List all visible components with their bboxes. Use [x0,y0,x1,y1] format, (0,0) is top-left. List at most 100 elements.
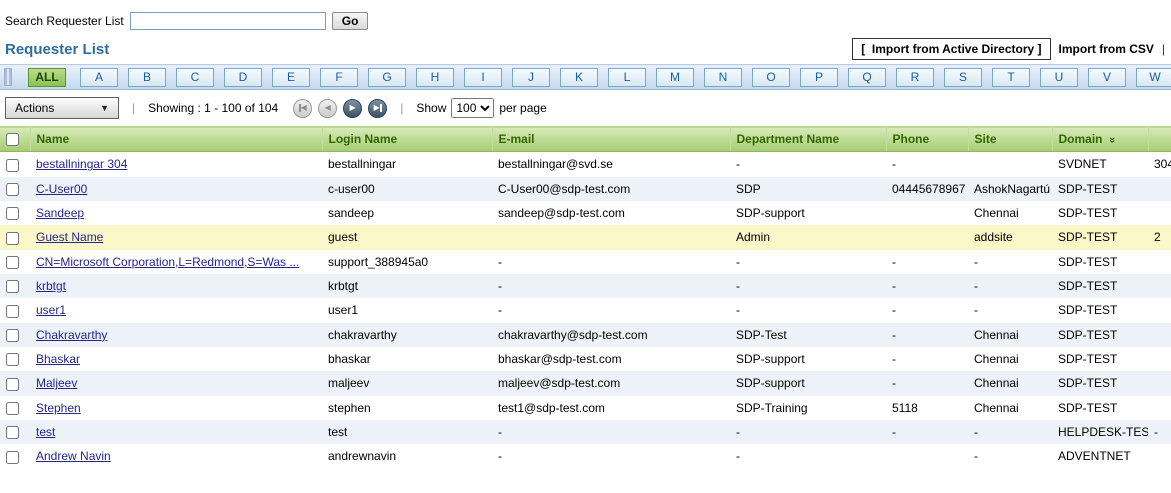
alpha-filter-all[interactable]: ALL [28,68,66,87]
cell-site: - [968,298,1052,322]
cell-checkbox [0,177,30,201]
alpha-filter-t[interactable]: T [992,68,1030,87]
last-page-icon[interactable]: ▶ [368,99,387,118]
alpha-filter-e[interactable]: E [272,68,310,87]
alpha-filter-j[interactable]: J [512,68,550,87]
cell-domain: SDP-TEST [1052,274,1148,298]
requester-name-link[interactable]: user1 [36,303,66,317]
alpha-filter-s[interactable]: S [944,68,982,87]
requester-name-link[interactable]: krbtgt [36,279,66,293]
column-header-domain[interactable]: Domain» [1052,127,1148,152]
row-checkbox[interactable] [6,183,19,196]
alpha-filter-q[interactable]: Q [848,68,886,87]
alpha-filter-p[interactable]: P [800,68,838,87]
cell-site: AshokNagartú [968,177,1052,201]
search-input[interactable] [130,12,326,30]
cell-site: addsite [968,225,1052,249]
cell-domain: SDP-TEST [1052,371,1148,395]
table-row: C-User00c-user00C-User00@sdp-test.comSDP… [0,177,1171,201]
cell-name: Bhaskar [30,347,322,371]
requester-name-link[interactable]: Maljeev [36,376,77,390]
show-label: Show [416,101,446,115]
row-checkbox[interactable] [6,451,19,464]
toolbar-divider-2: | [400,101,403,115]
row-checkbox[interactable] [6,305,19,318]
row-checkbox[interactable] [6,378,19,391]
scroll-grip-handle[interactable] [4,68,12,86]
alpha-filter-l[interactable]: L [608,68,646,87]
cell-login: stephen [322,396,492,420]
row-checkbox[interactable] [6,280,19,293]
row-checkbox[interactable] [6,232,19,245]
cell-domain: SDP-TEST [1052,201,1148,225]
row-checkbox[interactable] [6,159,19,172]
chevron-down-icon: ▼ [100,103,109,113]
alpha-filter-i[interactable]: I [464,68,502,87]
alpha-filter-f[interactable]: F [320,68,358,87]
alpha-filter-g[interactable]: G [368,68,406,87]
bracket-close: ] [1038,42,1042,56]
requester-name-link[interactable]: Andrew Navin [36,449,111,463]
requester-name-link[interactable]: test [36,425,55,439]
page-size-select[interactable]: 100 [451,98,494,118]
alpha-filter-r[interactable]: R [896,68,934,87]
alpha-filter-o[interactable]: O [752,68,790,87]
alpha-filter-b[interactable]: B [128,68,166,87]
requester-name-link[interactable]: Sandeep [36,206,84,220]
alpha-filter-a[interactable]: A [80,68,118,87]
toolbar-divider: | [132,101,135,115]
cell-department: - [730,298,886,322]
go-button[interactable]: Go [332,12,369,30]
actions-button[interactable]: Actions ▼ [5,97,119,119]
alpha-filter-v[interactable]: V [1088,68,1126,87]
alpha-filter-d[interactable]: D [224,68,262,87]
cell-domain: SDP-TEST [1052,347,1148,371]
row-checkbox[interactable] [6,256,19,269]
cell-name: user1 [30,298,322,322]
search-bar: Search Requester List Go [0,0,1171,36]
requester-name-link[interactable]: CN=Microsoft Corporation,L=Redmond,S=Was… [36,255,299,269]
requester-name-link[interactable]: Chakravarthy [36,328,107,342]
select-all-checkbox[interactable] [6,133,19,146]
title-row: Requester List [ Import from Active Dire… [0,36,1171,64]
cell-phone: - [886,274,968,298]
cell-login: test [322,420,492,444]
previous-page-icon[interactable]: ◀ [318,99,337,118]
alpha-filter-h[interactable]: H [416,68,454,87]
cell-site: - [968,250,1052,274]
row-checkbox[interactable] [6,207,19,220]
next-page-icon[interactable]: ▶ [343,99,362,118]
cell-extra [1148,298,1171,322]
cell-name: Chakravarthy [30,323,322,347]
cell-phone [886,444,968,468]
row-checkbox[interactable] [6,329,19,342]
cell-domain: HELPDESK-TEST [1052,420,1148,444]
cell-checkbox [0,347,30,371]
table-row: krbtgtkrbtgt----SDP-TEST [0,274,1171,298]
cell-login: c-user00 [322,177,492,201]
requester-name-link[interactable]: C-User00 [36,182,87,196]
alpha-filter-n[interactable]: N [704,68,742,87]
requester-name-link[interactable]: Bhaskar [36,352,80,366]
cell-name: Andrew Navin [30,444,322,468]
cell-login: guest [322,225,492,249]
cell-checkbox [0,420,30,444]
import-active-directory-button[interactable]: [ Import from Active Directory ] [852,38,1050,60]
alpha-filter-c[interactable]: C [176,68,214,87]
alpha-filter-k[interactable]: K [560,68,598,87]
alpha-filter-m[interactable]: M [656,68,694,87]
row-checkbox[interactable] [6,426,19,439]
sort-icon[interactable]: » [1106,137,1118,143]
cell-email: - [492,444,730,468]
alpha-filter-u[interactable]: U [1040,68,1078,87]
requester-name-link[interactable]: Stephen [36,401,81,415]
requester-name-link[interactable]: Guest Name [36,230,103,244]
cell-login: user1 [322,298,492,322]
alpha-filter-w[interactable]: W [1136,68,1171,87]
import-csv-link[interactable]: Import from CSV [1059,42,1154,56]
requester-name-link[interactable]: bestallningar 304 [36,157,127,171]
row-checkbox[interactable] [6,353,19,366]
row-checkbox[interactable] [6,402,19,415]
cell-name: CN=Microsoft Corporation,L=Redmond,S=Was… [30,250,322,274]
first-page-icon[interactable]: ◀ [293,99,312,118]
